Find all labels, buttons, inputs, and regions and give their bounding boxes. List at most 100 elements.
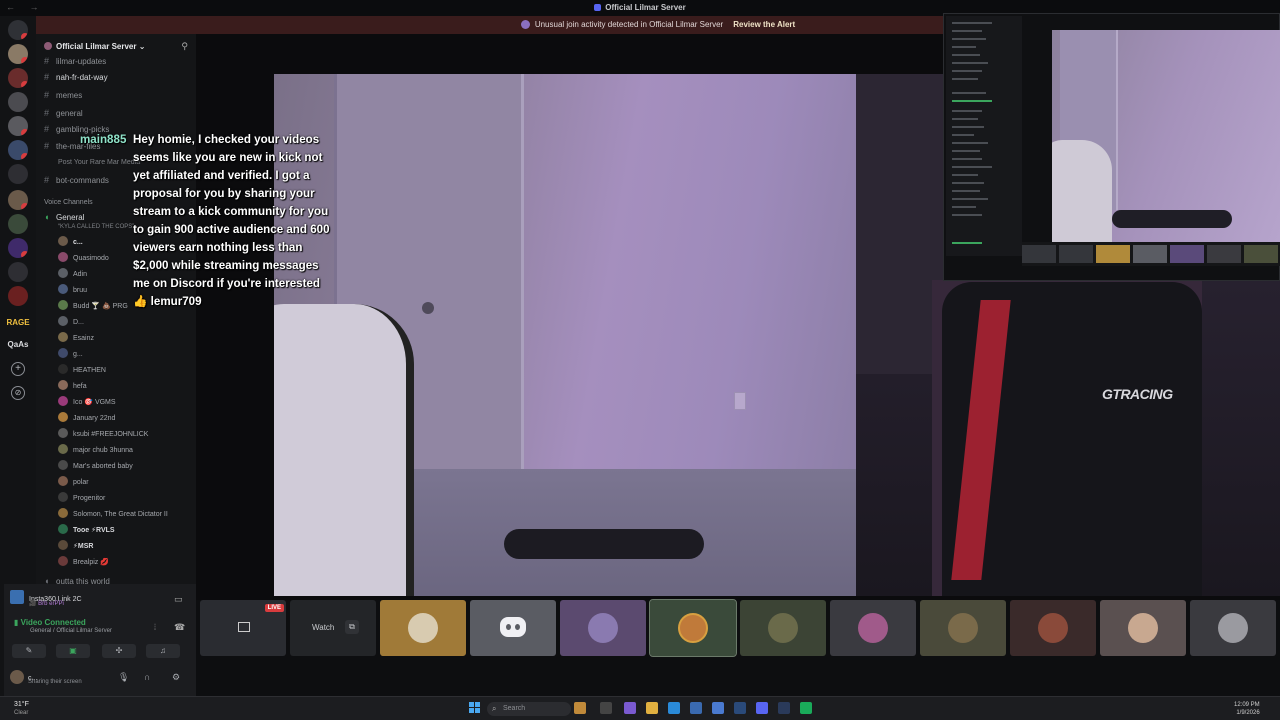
activities-button[interactable]: ✣: [102, 644, 136, 658]
channel-item[interactable]: # general: [44, 108, 83, 122]
gear-icon[interactable]: ⚙: [172, 672, 180, 683]
edge-icon[interactable]: [668, 702, 680, 714]
watch-button[interactable]: Watch: [312, 623, 334, 632]
add-server-icon[interactable]: +: [11, 362, 25, 376]
voice-user[interactable]: major chub 3hunna: [58, 444, 133, 458]
server-icon-7[interactable]: [8, 190, 28, 210]
discord-icon[interactable]: [756, 702, 768, 714]
disconnect-icon[interactable]: ☎: [174, 622, 185, 633]
server-icon-10[interactable]: [8, 262, 28, 282]
channel-item[interactable]: # nah-fr-dat-way: [44, 72, 108, 86]
participant-tile[interactable]: [470, 600, 556, 656]
monitor-icon[interactable]: ▭: [174, 594, 183, 605]
voice-user[interactable]: D...: [58, 316, 84, 330]
voice-user[interactable]: bruu⊘: [58, 284, 214, 298]
watch-stream-thumb[interactable]: Watch ⧉: [290, 600, 376, 656]
participant-tile[interactable]: [1190, 600, 1276, 656]
voice-user[interactable]: polar⊘: [58, 476, 214, 490]
screen-share-button[interactable]: ▣: [56, 644, 90, 658]
mini-preview[interactable]: [943, 13, 1280, 281]
voice-user[interactable]: ⚡MSR: [58, 540, 93, 554]
voice-user[interactable]: Ico 🎯 VGMS: [58, 396, 116, 410]
avatar: [58, 476, 68, 486]
voice-user[interactable]: g...: [58, 348, 83, 362]
voice-user[interactable]: Solomon, The Great Dictator II⊘: [58, 508, 214, 522]
channel-item[interactable]: # bot-commands: [44, 175, 109, 189]
connection-status[interactable]: ▮ Video Connected: [14, 618, 86, 627]
soundboard-button[interactable]: ♫: [146, 644, 180, 658]
participant-tile[interactable]: [740, 600, 826, 656]
voice-user-name: Progenitor: [73, 495, 106, 502]
server-rage-label[interactable]: RAGE: [2, 318, 34, 327]
voice-user[interactable]: ksubi #FREEJOHNLICK⊘: [58, 428, 214, 442]
task-view-icon[interactable]: [600, 702, 612, 714]
microphone-icon[interactable]: 🎙︎: [118, 672, 129, 683]
noise-suppression-icon[interactable]: ⦙: [154, 622, 156, 633]
channel-name: lilmar-updates: [56, 57, 107, 66]
voice-user[interactable]: Quasimodo: [58, 252, 109, 266]
voice-category-label[interactable]: Voice Channels: [44, 199, 93, 206]
participant-tile[interactable]: [830, 600, 916, 656]
connection-status-text: Video Connected: [20, 618, 86, 627]
app-icon[interactable]: [734, 702, 746, 714]
system-clock[interactable]: 12:09 PM 1/9/2026: [1234, 701, 1260, 717]
add-user-icon[interactable]: ⚲: [181, 41, 188, 52]
participant-tile[interactable]: [380, 600, 466, 656]
server-icon-8[interactable]: [8, 214, 28, 234]
taskbar-search[interactable]: ⌕ Search: [487, 702, 571, 716]
server-icon-3[interactable]: [8, 92, 28, 112]
server-icon-6[interactable]: [8, 164, 28, 184]
channel-item[interactable]: # memes: [44, 90, 82, 104]
server-icon-11[interactable]: [8, 286, 28, 306]
popout-icon[interactable]: ⧉: [345, 620, 359, 634]
app-icon[interactable]: [800, 702, 812, 714]
voice-user[interactable]: Adin: [58, 268, 87, 282]
participant-tile[interactable]: [1010, 600, 1096, 656]
voice-user[interactable]: Mar's aborted baby: [58, 460, 133, 474]
dm-home-button[interactable]: [8, 20, 28, 40]
voice-user[interactable]: Tooe ⚡RVLS: [58, 524, 115, 538]
server-icon-1[interactable]: [8, 44, 28, 64]
voice-user[interactable]: hefa⊘: [58, 380, 214, 394]
current-user[interactable]: c... Sharing their screen: [10, 670, 82, 685]
server-icon-5[interactable]: [8, 140, 28, 160]
voice-user[interactable]: Progenitor: [58, 492, 105, 506]
explore-icon[interactable]: ⊘: [11, 386, 25, 400]
headphones-icon[interactable]: ∩: [144, 672, 150, 682]
voice-user[interactable]: Budd 🍸 💩 PRG: [58, 300, 128, 314]
app-icon[interactable]: [712, 702, 724, 714]
server-icon-9[interactable]: [8, 238, 28, 258]
app-icon[interactable]: [624, 702, 636, 714]
thread-item[interactable]: Post Your Rare Mar Media: [58, 159, 140, 166]
participant-tile[interactable]: [1100, 600, 1186, 656]
camera-device[interactable]: Insta360 Link 2C 🎥 Brb erPPi: [10, 590, 82, 607]
app-icon[interactable]: [690, 702, 702, 714]
channel-item[interactable]: # lilmar-updates: [44, 56, 106, 70]
weather-widget[interactable]: 31°F Clear: [14, 701, 29, 717]
review-alert-link[interactable]: Review the Alert: [733, 20, 795, 29]
voice-user[interactable]: Brealpiz 💋: [58, 556, 109, 570]
server-header[interactable]: Official Lilmar Server ⌄ ⚲: [36, 34, 196, 58]
weather-temp: 31°F: [14, 701, 29, 708]
server-icon-2[interactable]: [8, 68, 28, 88]
voice-user[interactable]: HEATHEN: [58, 364, 106, 378]
participant-tile-selected[interactable]: [649, 599, 737, 657]
file-explorer-icon[interactable]: [646, 702, 658, 714]
live-stream-thumb[interactable]: LIVE: [200, 600, 286, 656]
speaker-icon: ◖: [44, 212, 50, 222]
voice-user[interactable]: Esainz⊘: [58, 332, 214, 346]
steam-icon[interactable]: [778, 702, 790, 714]
channel-name: general: [56, 109, 83, 118]
windows-start-icon[interactable]: [469, 702, 481, 714]
camera-icon: [10, 590, 24, 604]
main-stream-video[interactable]: [274, 74, 856, 596]
voice-user[interactable]: c...: [58, 236, 83, 250]
participant-tile[interactable]: [920, 600, 1006, 656]
participant-tile[interactable]: [560, 600, 646, 656]
server-icon-4[interactable]: [8, 116, 28, 136]
server-qas-label[interactable]: QaAs: [2, 340, 34, 349]
app-icon[interactable]: [574, 702, 586, 714]
mini-thumb: [1170, 245, 1204, 263]
camera-toggle-button[interactable]: ✎: [12, 644, 46, 658]
voice-user[interactable]: January 22nd⊘: [58, 412, 214, 426]
